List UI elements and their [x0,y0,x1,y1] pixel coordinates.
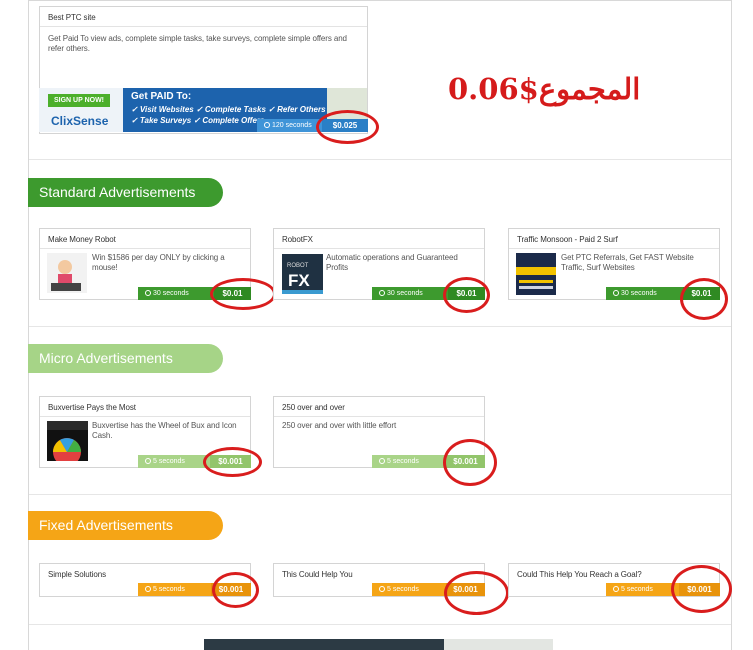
section-header-standard: Standard Advertisements [28,178,223,207]
clock-icon [379,586,385,592]
section-separator [29,159,731,160]
ad-duration-text: 5 seconds [153,586,185,593]
svg-text:FX: FX [288,271,310,290]
ad-title[interactable]: This Could Help You [282,570,353,579]
ad-duration-text: 120 seconds [272,122,312,129]
ad-description: 250 over and over with little effort [282,421,397,430]
section-separator [29,326,731,327]
annotation-circle [443,439,497,486]
clock-icon [613,290,619,296]
ad-description: Automatic operations and Guaranteed Prof… [326,253,458,272]
frame-right-border [731,0,732,650]
buxvertise-thumbnail [47,421,88,461]
traffic-monsoon-thumbnail [516,253,556,295]
frame-top-border [28,0,732,1]
ad-duration-text: 5 seconds [621,586,653,593]
ad-title[interactable]: Best PTC site [48,13,96,22]
ad-duration: 30 seconds [138,287,214,300]
section-separator [29,494,731,495]
ad-duration-text: 5 seconds [387,586,419,593]
ad-duration: 5 seconds [606,583,679,596]
ad-duration: 120 seconds [257,119,322,132]
frame-left-border [28,0,29,650]
ad-description: Get Paid To view ads, complete simple ta… [48,34,347,53]
robot-thumbnail [47,253,87,293]
card-divider [40,416,250,417]
ad-title[interactable]: Could This Help You Reach a Goal? [517,570,642,579]
robot-figure-icon [47,253,87,293]
ad-duration-text: 30 seconds [621,290,657,297]
annotation-circle [212,572,259,608]
clixsense-logo: ClixSense [51,114,109,128]
annotation-circle [671,565,732,613]
annotation-circle [316,110,379,144]
ad-title[interactable]: RobotFX [282,235,313,244]
card-divider [274,248,484,249]
annotation-circle [444,571,509,615]
ad-duration-text: 30 seconds [387,290,423,297]
bottom-banner-light-panel [444,639,553,650]
clock-icon [145,290,151,296]
section-header-micro: Micro Advertisements [28,344,223,373]
card-divider [274,416,484,417]
wheel-of-bux-icon [47,421,88,461]
annotation-circle [210,278,276,310]
ad-title[interactable]: Traffic Monsoon - Paid 2 Surf [517,235,618,244]
card-divider [40,248,250,249]
ad-title[interactable]: Simple Solutions [48,570,106,579]
card-divider [509,248,719,249]
banner-headline: Get PAID To: [131,91,192,102]
ad-duration: 5 seconds [372,455,446,468]
section-header-fixed: Fixed Advertisements [28,511,223,540]
ad-title[interactable]: 250 over and over [282,403,345,412]
ad-duration: 5 seconds [372,583,446,596]
ad-duration-text: 30 seconds [153,290,189,297]
ad-title[interactable]: Buxvertise Pays the Most [48,403,136,412]
clock-icon [613,586,619,592]
robotfx-logo-icon: ROBOT FX [282,254,323,294]
total-annotation: المجموع$0.06 [448,72,658,106]
banner-bullets-line-1: ✓ Visit Websites ✓ Complete Tasks ✓ Refe… [131,105,326,114]
card-divider [40,26,367,27]
ad-description: Buxvertise has the Wheel of Bux and Icon… [92,421,237,440]
svg-text:ROBOT: ROBOT [287,263,309,269]
annotation-circle [443,277,490,313]
signup-now-badge: SIGN UP NOW! [48,94,110,107]
ad-title[interactable]: Make Money Robot [48,235,116,244]
ad-description: Get PTC Referrals, Get FAST Website Traf… [561,253,694,272]
clock-icon [264,122,270,128]
ad-duration: 30 seconds [372,287,448,300]
clock-icon [379,458,385,464]
annotation-circle [680,278,728,320]
bottom-banner-image[interactable] [204,639,553,650]
clock-icon [145,458,151,464]
ad-duration: 30 seconds [606,287,683,300]
clock-icon [145,586,151,592]
total-value: $0.06 [448,72,539,106]
ad-description: Win $1586 per day ONLY by clicking a mou… [92,253,225,272]
robotfx-logo: ROBOT FX [282,254,323,294]
clock-icon [379,290,385,296]
annotation-circle [203,447,262,477]
ad-duration: 5 seconds [138,583,211,596]
total-label: المجموع [538,72,641,106]
section-separator [29,624,731,625]
ad-duration-text: 5 seconds [153,458,185,465]
ad-duration: 5 seconds [138,455,210,468]
traffic-monsoon-icon [516,253,556,295]
ad-duration-text: 5 seconds [387,458,419,465]
